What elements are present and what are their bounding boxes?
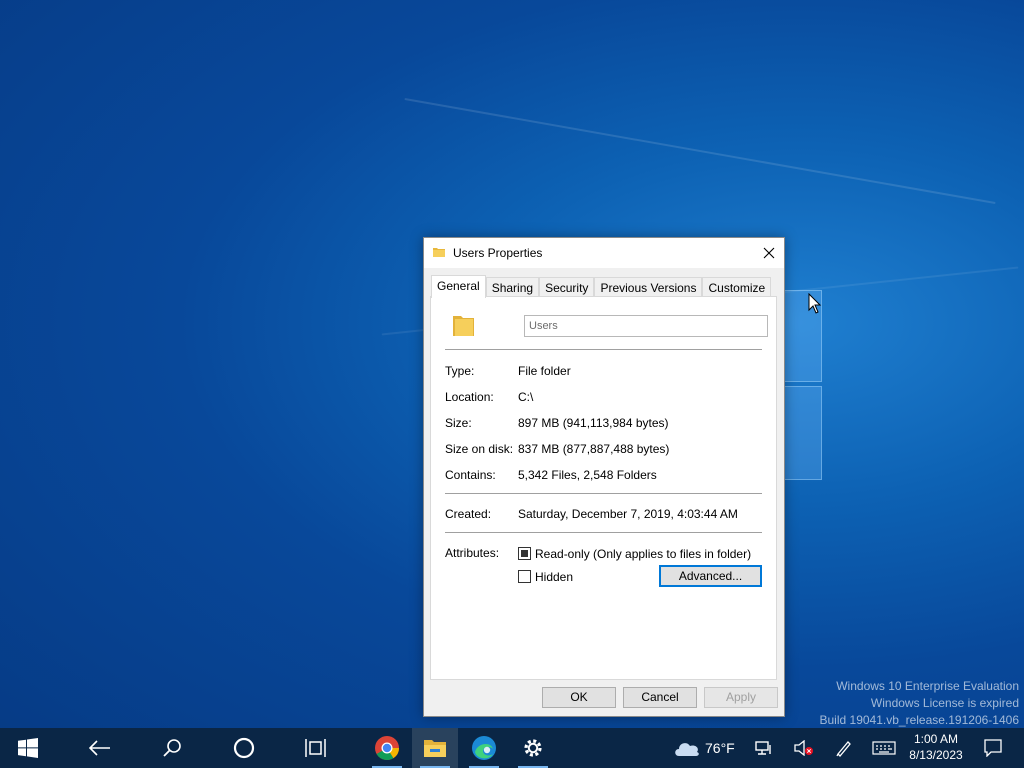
tab-general[interactable]: General [431,275,486,298]
pen-icon [836,741,851,757]
taskbar-settings[interactable] [510,728,556,768]
separator [445,493,762,494]
back-button[interactable] [78,728,122,768]
search-button[interactable] [150,728,194,768]
weather-widget[interactable] [670,728,704,768]
separator [445,349,762,350]
cancel-button[interactable]: Cancel [623,687,697,708]
file-explorer-icon [424,740,446,757]
tab-customize[interactable]: Customize [702,277,772,298]
readonly-label[interactable]: Read-only (Only applies to files in fold… [535,547,751,561]
start-button[interactable] [6,728,50,768]
size-value: 897 MB (941,113,984 bytes) [518,416,669,430]
folder-icon [453,316,474,336]
taskbar: 76°F 1:00 AM 8/13/2023 [0,728,1024,768]
taskbar-file-explorer[interactable] [412,728,458,768]
apply-button[interactable]: Apply [704,687,778,708]
dialog-titlebar[interactable]: Users Properties [424,238,784,268]
chrome-icon [375,736,399,761]
network-tray[interactable] [752,728,776,768]
dialog-title: Users Properties [453,246,543,260]
clock[interactable]: 1:00 AM 8/13/2023 [904,730,968,766]
tab-strip: General Sharing Security Previous Versio… [431,275,772,298]
task-view-button[interactable] [294,728,338,768]
hidden-label[interactable]: Hidden [535,570,573,584]
touch-keyboard-tray[interactable] [868,728,900,768]
tab-security[interactable]: Security [539,277,595,298]
volume-tray[interactable] [792,728,816,768]
close-icon [763,247,775,259]
taskbar-edge[interactable] [461,728,507,768]
task-view-icon [305,739,326,757]
advanced-button[interactable]: Advanced... [659,565,762,587]
created-value: Saturday, December 7, 2019, 4:03:44 AM [518,507,738,521]
close-button[interactable] [754,238,784,268]
settings-icon [524,739,542,757]
size-on-disk-label: Size on disk: [445,442,514,456]
clock-time: 1:00 AM [913,732,959,746]
clock-date: 8/13/2023 [909,748,963,762]
back-icon [89,740,110,756]
ok-button[interactable]: OK [542,687,616,708]
contains-label: Contains: [445,468,496,482]
location-value: C:\ [518,390,534,404]
watermark-license: Windows License is expired [870,696,1019,710]
size-on-disk-value: 837 MB (877,887,488 bytes) [518,442,670,456]
folder-name-input[interactable]: Users [524,315,768,337]
readonly-checkbox[interactable] [518,547,531,560]
general-tab-panel: Users Type: File folder Location: C:\ Si… [430,296,777,680]
hidden-checkbox[interactable] [518,570,531,583]
search-icon [163,739,181,757]
mouse-pointer-icon [808,293,822,314]
cortana-icon [233,737,255,759]
tab-sharing[interactable]: Sharing [485,277,540,298]
location-label: Location: [445,390,494,404]
windows-start-icon [18,738,38,758]
wallpaper-light-beam [404,97,996,205]
edge-icon [472,736,496,760]
cortana-button[interactable] [222,728,266,768]
cloud-icon [675,743,699,756]
size-label: Size: [445,416,472,430]
type-value: File folder [518,364,571,378]
pen-tray[interactable] [832,728,856,768]
separator [445,532,762,533]
notification-icon [984,739,1002,757]
volume-muted-icon [794,740,813,756]
folder-icon [433,248,445,257]
attributes-label: Attributes: [445,546,500,560]
properties-dialog: Users Properties General Sharing Securit… [423,237,785,717]
wallpaper-windows-logo [782,290,824,480]
taskbar-chrome[interactable] [364,728,410,768]
activation-watermark: Windows 10 Enterprise Evaluation Windows… [820,678,1020,728]
type-label: Type: [445,364,475,378]
contains-value: 5,342 Files, 2,548 Folders [518,468,657,482]
tab-previous-versions[interactable]: Previous Versions [594,277,703,298]
created-label: Created: [445,507,492,521]
network-icon [755,741,771,755]
watermark-build: Build 19041.vb_release.191206-1406 [819,713,1020,727]
action-center-button[interactable] [978,728,1008,768]
weather-temperature[interactable]: 76°F [705,740,735,756]
watermark-edition: Windows 10 Enterprise Evaluation [836,679,1019,693]
keyboard-icon [872,741,896,755]
